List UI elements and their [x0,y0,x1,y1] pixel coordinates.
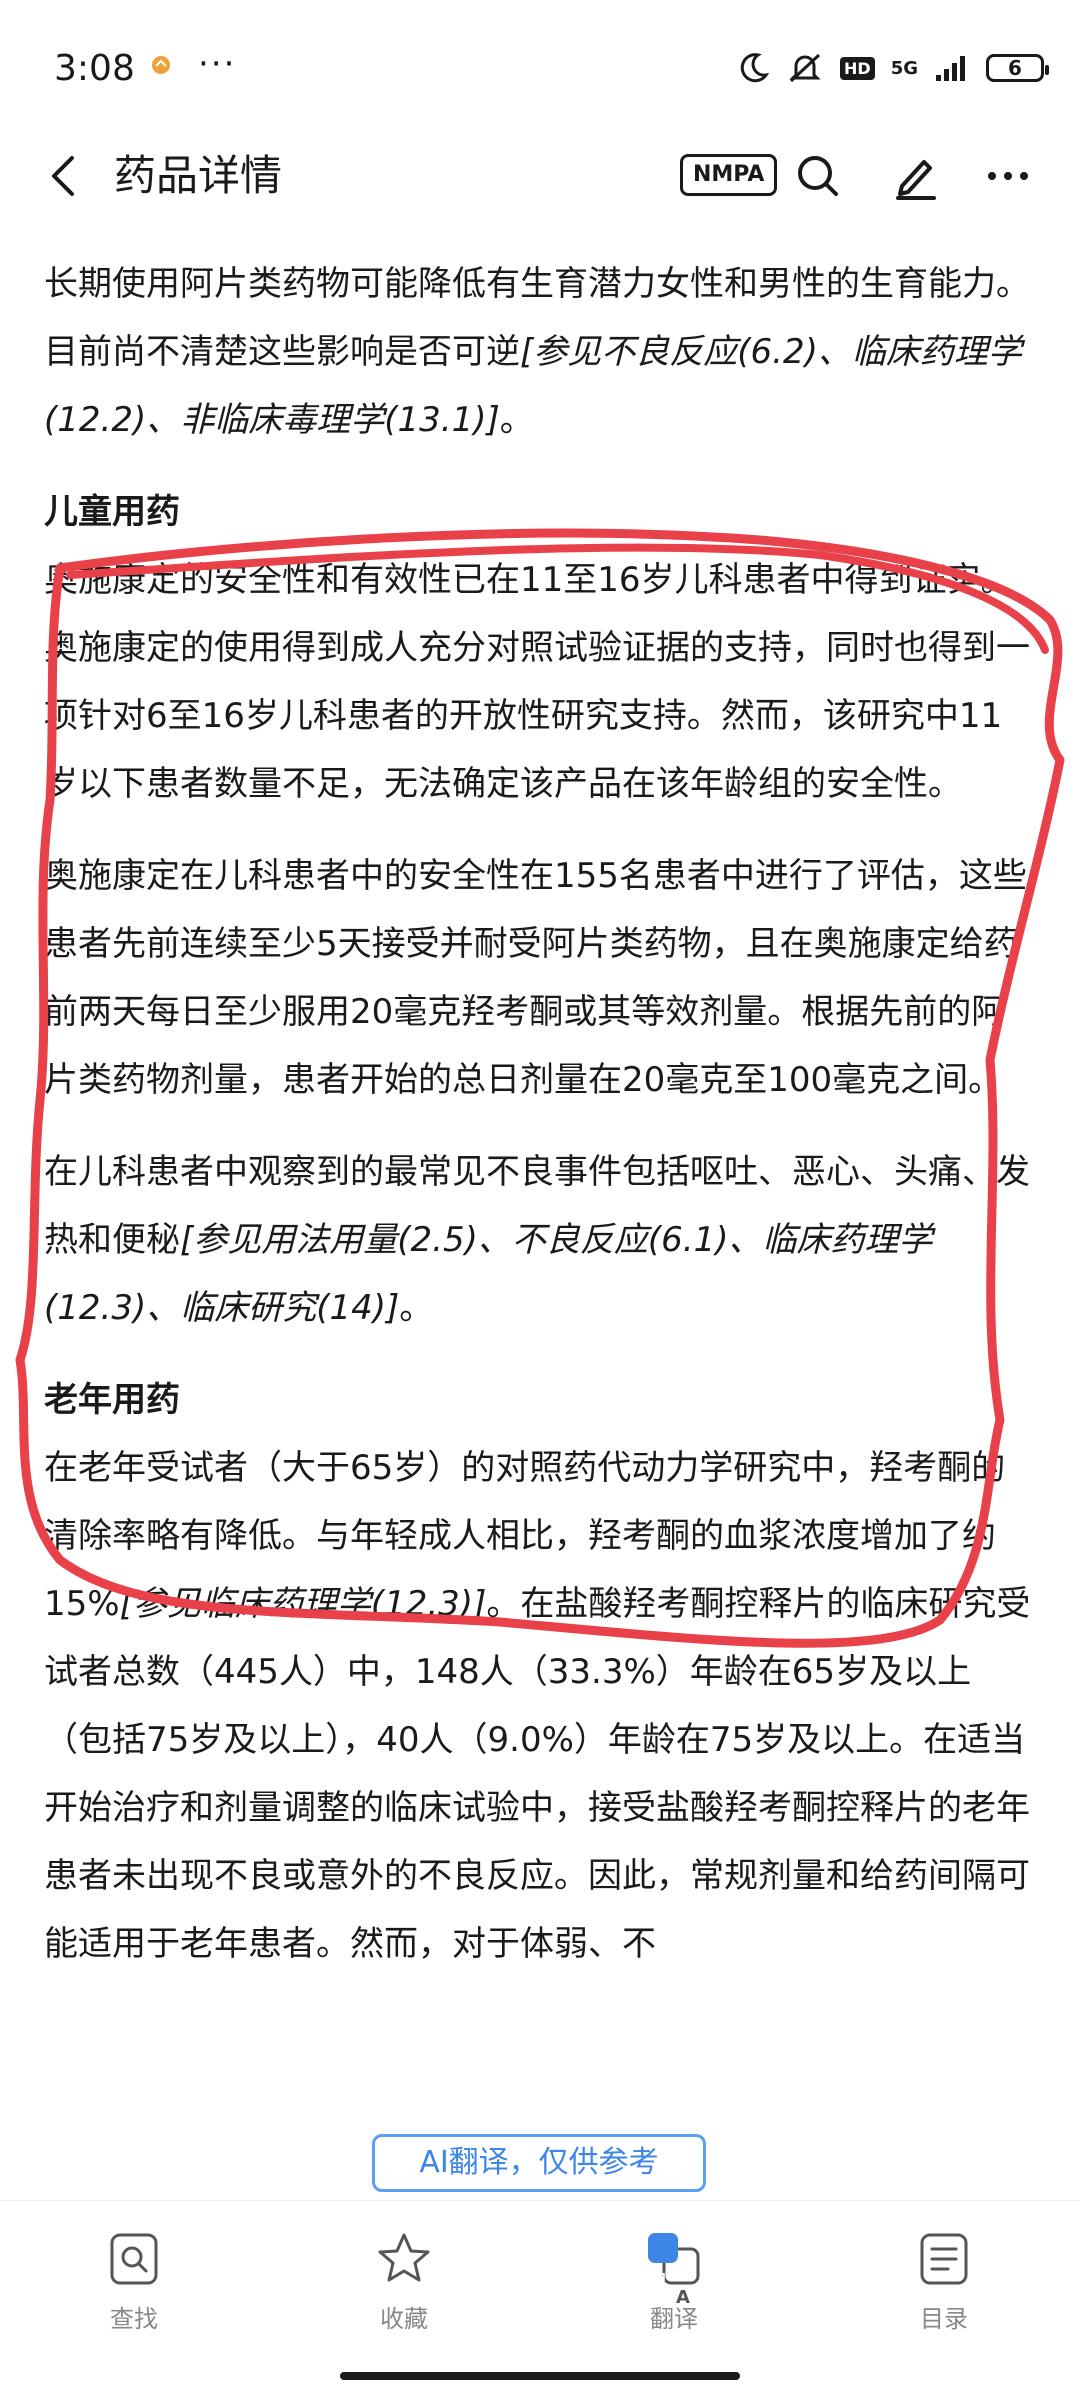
moon-icon [740,53,770,83]
star-icon [378,2233,430,2282]
nav-find-button[interactable]: 查找 [64,2229,204,2334]
geriatric-heading: 老年用药 [44,1380,180,1420]
back-button[interactable] [40,148,90,204]
toc-icon [920,2233,968,2285]
pediatric-paragraph-1: 奥施康定的安全性和有效性已在11至16岁儿科患者中得到证实。奥施康定的使用得到成… [44,560,1030,804]
status-more-dots: ··· [198,44,237,84]
pediatric-paragraph-2: 奥施康定在儿科患者中的安全性在155名患者中进行了评估，这些患者先前连续至少5天… [44,856,1027,1100]
bottom-navigation: 查找 收藏 中 A 翻译 目录 [0,2200,1080,2361]
nav-favorite-button[interactable]: 收藏 [334,2229,474,2334]
page-title: 药品详情 [114,151,283,200]
nmpa-button[interactable]: NMPA [680,154,778,196]
pen-icon [896,160,936,200]
translate-badge-sub: A [676,2287,690,2308]
search-icon [798,156,838,196]
nav-translate-label: 翻译 [650,2305,698,2333]
translate-badge-text: 中 [650,2269,667,2288]
search-button[interactable] [790,148,846,204]
drug-detail-content: 长期使用阿片类药物可能降低有生育潜力女性和男性的生育能力。目前尚不清楚这些影响是… [44,250,1036,2002]
chevron-left-icon [52,156,74,196]
search-doc-icon [110,2233,158,2285]
pediatric-p3-end: 。 [399,1288,434,1328]
fertility-end: 。 [499,400,534,440]
edit-button[interactable] [888,148,944,204]
geriatric-paragraph-1: 在老年受试者（大于65岁）的对照药代动力学研究中，羟考酮的清除率略有降低。与年轻… [44,1434,1036,1978]
battery-level: 6 [1008,56,1022,80]
status-time: 3:08 [54,48,135,89]
more-button[interactable] [980,148,1036,204]
pediatric-paragraph-3: 在儿科患者中观察到的最常见不良事件包括呕吐、恶心、头痛、发热和便秘[参见用法用量… [44,1138,1036,1342]
ai-translation-notice: AI翻译，仅供参考 [372,2134,706,2192]
app-notification-icon [150,54,172,80]
nav-translate-button[interactable]: 中 A 翻译 [604,2229,744,2334]
signal-icon [936,56,965,81]
hd-icon: HD [840,56,875,80]
home-indicator[interactable] [340,2372,740,2380]
nav-favorite-label: 收藏 [380,2305,428,2333]
battery-icon: 6 [986,54,1049,82]
geriatric-p1-text-b: 。在盐酸羟考酮控释片的临床研究受试者总数（445人）中，148人（33.3%）年… [44,1584,1031,1964]
nav-toc-button[interactable]: 目录 [874,2229,1014,2334]
pediatric-heading: 儿童用药 [44,492,180,532]
nav-find-label: 查找 [110,2305,158,2333]
status-bar: 3:08 ··· HD 5G 6 [0,0,1080,140]
geriatric-reference[interactable]: [参见临床药理学(12.3)] [120,1584,487,1624]
fertility-paragraph: 长期使用阿片类药物可能降低有生育潜力女性和男性的生育能力。目前尚不清楚这些影响是… [44,250,1036,454]
mute-bell-icon [789,53,821,83]
top-app-bar: 药品详情 NMPA [0,130,1080,220]
network-label: 5G [890,57,918,79]
nav-toc-label: 目录 [920,2305,968,2333]
more-dots-icon [988,172,1028,180]
